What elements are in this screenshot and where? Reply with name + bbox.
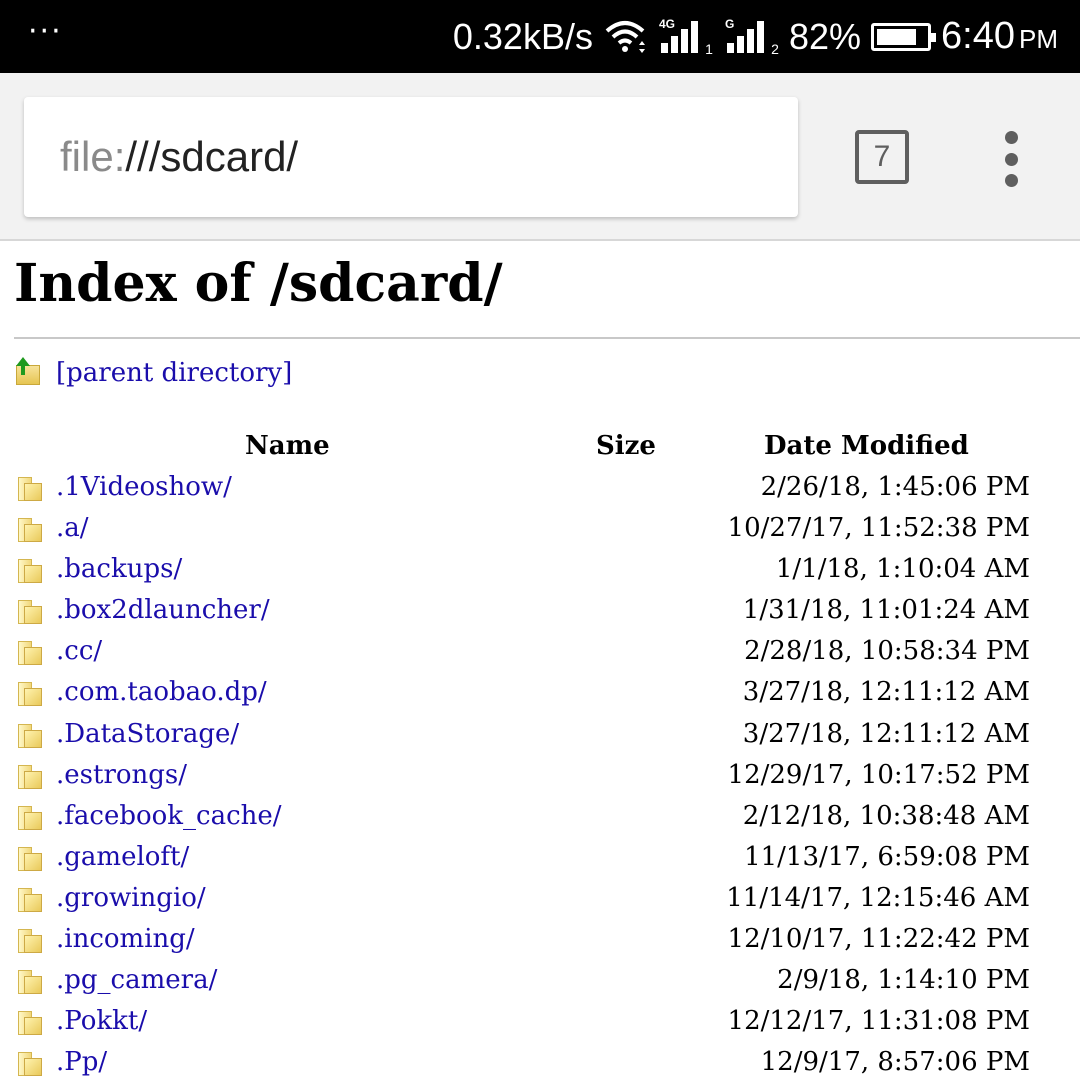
folder-icon: [18, 1011, 42, 1036]
folder-link[interactable]: .gameloft/: [56, 842, 189, 872]
status-indicators: 0.32kB/s 4G 1 G 2 82% 6:40 PM: [453, 0, 1058, 73]
battery-level: [877, 28, 917, 45]
table-row: .backups/1/1/18, 1:10:04 AM: [0, 554, 1080, 595]
clock-ampm: PM: [1019, 24, 1058, 54]
status-bar: ··· 0.32kB/s 4G 1 G 2 82% 6:40 PM: [0, 0, 1080, 73]
date-modified-cell: 12/29/17, 10:17:52 PM: [727, 759, 1030, 790]
table-row: .facebook_cache/2/12/18, 10:38:48 AM: [0, 801, 1080, 842]
date-modified-cell: 3/27/18, 12:11:12 AM: [742, 677, 1030, 708]
date-modified-cell: 3/27/18, 12:11:12 AM: [742, 718, 1030, 749]
url-scheme: file:: [60, 133, 126, 180]
table-row: .estrongs/12/29/17, 10:17:52 PM: [0, 760, 1080, 801]
folder-link[interactable]: .estrongs/: [56, 760, 187, 790]
table-row: .box2dlauncher/1/31/18, 11:01:24 AM: [0, 595, 1080, 636]
date-modified-cell: 2/28/18, 10:58:34 PM: [744, 636, 1030, 667]
table-row: .growingio/11/14/17, 12:15:46 AM: [0, 883, 1080, 924]
browser-toolbar: file:///sdcard/ 7: [0, 73, 1080, 241]
table-row: .Pp/12/9/17, 8:57:06 PM: [0, 1047, 1080, 1080]
folder-icon: [18, 1052, 42, 1077]
clock-time: 6:40: [941, 15, 1015, 57]
table-row: .com.taobao.dp/3/27/18, 12:11:12 AM: [0, 677, 1080, 718]
date-modified-cell: 12/10/17, 11:22:42 PM: [727, 924, 1030, 955]
folder-icon: [18, 970, 42, 995]
date-modified-cell: 2/9/18, 1:14:10 PM: [777, 965, 1030, 996]
folder-icon: [18, 641, 42, 666]
folder-link[interactable]: .pg_camera/: [56, 965, 217, 995]
folder-link[interactable]: .box2dlauncher/: [56, 595, 270, 625]
folder-icon: [18, 805, 42, 830]
date-modified-cell: 10/27/17, 11:52:38 PM: [727, 513, 1030, 544]
signal-sim1-icon: 4G 1: [657, 17, 713, 57]
page-title: Index of /sdcard/: [14, 253, 503, 314]
table-row: .Pokkt/12/12/17, 11:31:08 PM: [0, 1006, 1080, 1047]
folder-link[interactable]: .Pokkt/: [56, 1006, 147, 1036]
sim1-index: 1: [705, 40, 713, 57]
folder-link[interactable]: .growingio/: [56, 883, 206, 913]
battery-icon: [871, 22, 937, 51]
folder-link[interactable]: .incoming/: [56, 924, 195, 954]
date-modified-cell: 12/9/17, 8:57:06 PM: [760, 1047, 1030, 1078]
parent-folder-up-icon: [14, 357, 42, 387]
table-row: .gameloft/11/13/17, 6:59:08 PM: [0, 842, 1080, 883]
date-modified-cell: 11/14/17, 12:15:46 AM: [726, 882, 1030, 913]
date-modified-cell: 2/12/18, 10:38:48 AM: [742, 800, 1030, 831]
table-row: .DataStorage/3/27/18, 12:11:12 AM: [0, 719, 1080, 760]
directory-listing: .1Videoshow/2/26/18, 1:45:06 PM .a/10/27/…: [0, 472, 1080, 1080]
notification-more-icon: ···: [28, 14, 63, 49]
folder-link[interactable]: .DataStorage/: [56, 719, 239, 749]
date-modified-cell: 12/12/17, 11:31:08 PM: [727, 1006, 1030, 1037]
parent-directory-link[interactable]: [parent directory]: [56, 358, 292, 388]
divider: [14, 337, 1080, 339]
sim2-index: 2: [771, 40, 779, 57]
folder-link[interactable]: .cc/: [56, 636, 102, 666]
folder-link[interactable]: .facebook_cache/: [56, 801, 282, 831]
date-modified-cell: 1/31/18, 11:01:24 AM: [742, 595, 1030, 626]
folder-icon: [18, 723, 42, 748]
table-row: .a/10/27/17, 11:52:38 PM: [0, 513, 1080, 554]
folder-link[interactable]: .com.taobao.dp/: [56, 677, 267, 707]
folder-icon: [18, 682, 42, 707]
folder-icon: [18, 887, 42, 912]
clock: 6:40 PM: [941, 15, 1058, 58]
table-row: .1Videoshow/2/26/18, 1:45:06 PM: [0, 472, 1080, 513]
folder-icon: [18, 929, 42, 954]
date-modified-cell: 11/13/17, 6:59:08 PM: [744, 841, 1030, 872]
folder-link[interactable]: .Pp/: [56, 1047, 107, 1077]
folder-icon: [18, 518, 42, 543]
folder-link[interactable]: .backups/: [56, 554, 182, 584]
parent-directory-row: [parent directory]: [14, 357, 292, 388]
column-header-size[interactable]: Size: [596, 431, 656, 461]
page-content: Index of /sdcard/ [parent directory] Nam…: [0, 243, 1080, 1080]
date-modified-cell: 1/1/18, 1:10:04 AM: [775, 554, 1030, 585]
column-header-name[interactable]: Name: [245, 431, 330, 461]
folder-icon: [18, 477, 42, 501]
table-row: .incoming/12/10/17, 11:22:42 PM: [0, 924, 1080, 965]
table-row: .pg_camera/2/9/18, 1:14:10 PM: [0, 965, 1080, 1006]
folder-icon: [18, 764, 42, 789]
overflow-menu-icon[interactable]: [996, 131, 1026, 187]
folder-link[interactable]: .1Videoshow/: [56, 472, 232, 502]
folder-icon: [18, 559, 42, 584]
network-speed: 0.32kB/s: [452, 15, 593, 57]
folder-icon: [18, 600, 42, 625]
wifi-icon: [605, 20, 645, 53]
table-row: .cc/2/28/18, 10:58:34 PM: [0, 636, 1080, 677]
address-bar[interactable]: file:///sdcard/: [24, 97, 798, 217]
sim1-network-type: 4G: [658, 16, 675, 31]
tab-switcher-button[interactable]: 7: [855, 130, 909, 184]
column-header-date-modified[interactable]: Date Modified: [764, 431, 969, 461]
tab-count: 7: [873, 140, 891, 173]
folder-icon: [18, 846, 42, 871]
folder-link[interactable]: .a/: [56, 513, 89, 543]
battery-percent: 82%: [788, 15, 862, 57]
sim2-network-type: G: [724, 16, 735, 31]
signal-sim2-icon: G 2: [723, 17, 779, 57]
url-path: ///sdcard/: [125, 133, 299, 180]
date-modified-cell: 2/26/18, 1:45:06 PM: [760, 472, 1030, 502]
